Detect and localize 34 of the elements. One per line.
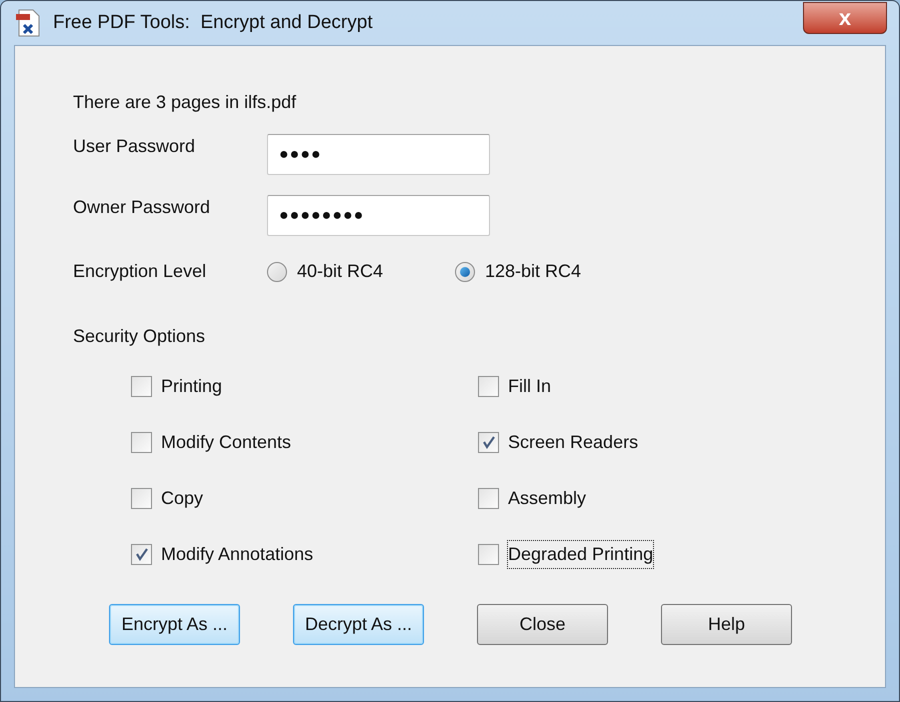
dialog-button[interactable]: Help <box>661 604 792 645</box>
checkbox[interactable] <box>131 488 152 508</box>
checkbox-option[interactable]: Screen Readers <box>478 430 678 454</box>
checkbox[interactable] <box>478 488 499 508</box>
info-text: There are 3 pages in ilfs.pdf <box>73 91 296 114</box>
field-label: Owner Password <box>73 196 212 219</box>
dialog-button[interactable]: Decrypt As ... <box>293 604 424 645</box>
checkbox[interactable] <box>478 544 499 564</box>
field-label: User Password <box>73 135 196 158</box>
checkbox[interactable] <box>131 376 152 396</box>
radio-button[interactable] <box>455 262 475 282</box>
checkbox[interactable] <box>131 432 152 452</box>
dialog-button[interactable]: Close <box>477 604 608 645</box>
password-field[interactable]: ●●●● <box>267 134 490 175</box>
check-icon <box>482 435 496 449</box>
checkbox-option[interactable]: Fill In <box>478 374 678 398</box>
dialog-button[interactable]: Encrypt As ... <box>109 604 240 645</box>
password-field[interactable]: ●●●●●●●● <box>267 195 490 236</box>
check-icon <box>134 547 148 561</box>
checkbox-option[interactable]: Modify Annotations <box>131 542 478 566</box>
checkbox[interactable] <box>131 544 152 564</box>
checkbox-option[interactable]: Degraded Printing <box>478 542 678 566</box>
checkbox-option[interactable]: Printing <box>131 374 478 398</box>
checkbox-option[interactable]: Modify Contents <box>131 430 478 454</box>
radio-option[interactable]: 40-bit RC4 <box>267 258 455 285</box>
encryption-label: Encryption Level <box>73 260 208 283</box>
checkbox[interactable] <box>478 376 499 396</box>
window-title: Free PDF Tools: Encrypt and Decrypt <box>53 10 373 35</box>
checkbox-option[interactable]: Copy <box>131 486 478 510</box>
checkbox-option[interactable]: Assembly <box>478 486 678 510</box>
checkbox[interactable] <box>478 432 499 452</box>
radio-option[interactable]: 128-bit RC4 <box>455 258 643 285</box>
security-label: Security Options <box>73 325 206 348</box>
radio-button[interactable] <box>267 262 287 282</box>
